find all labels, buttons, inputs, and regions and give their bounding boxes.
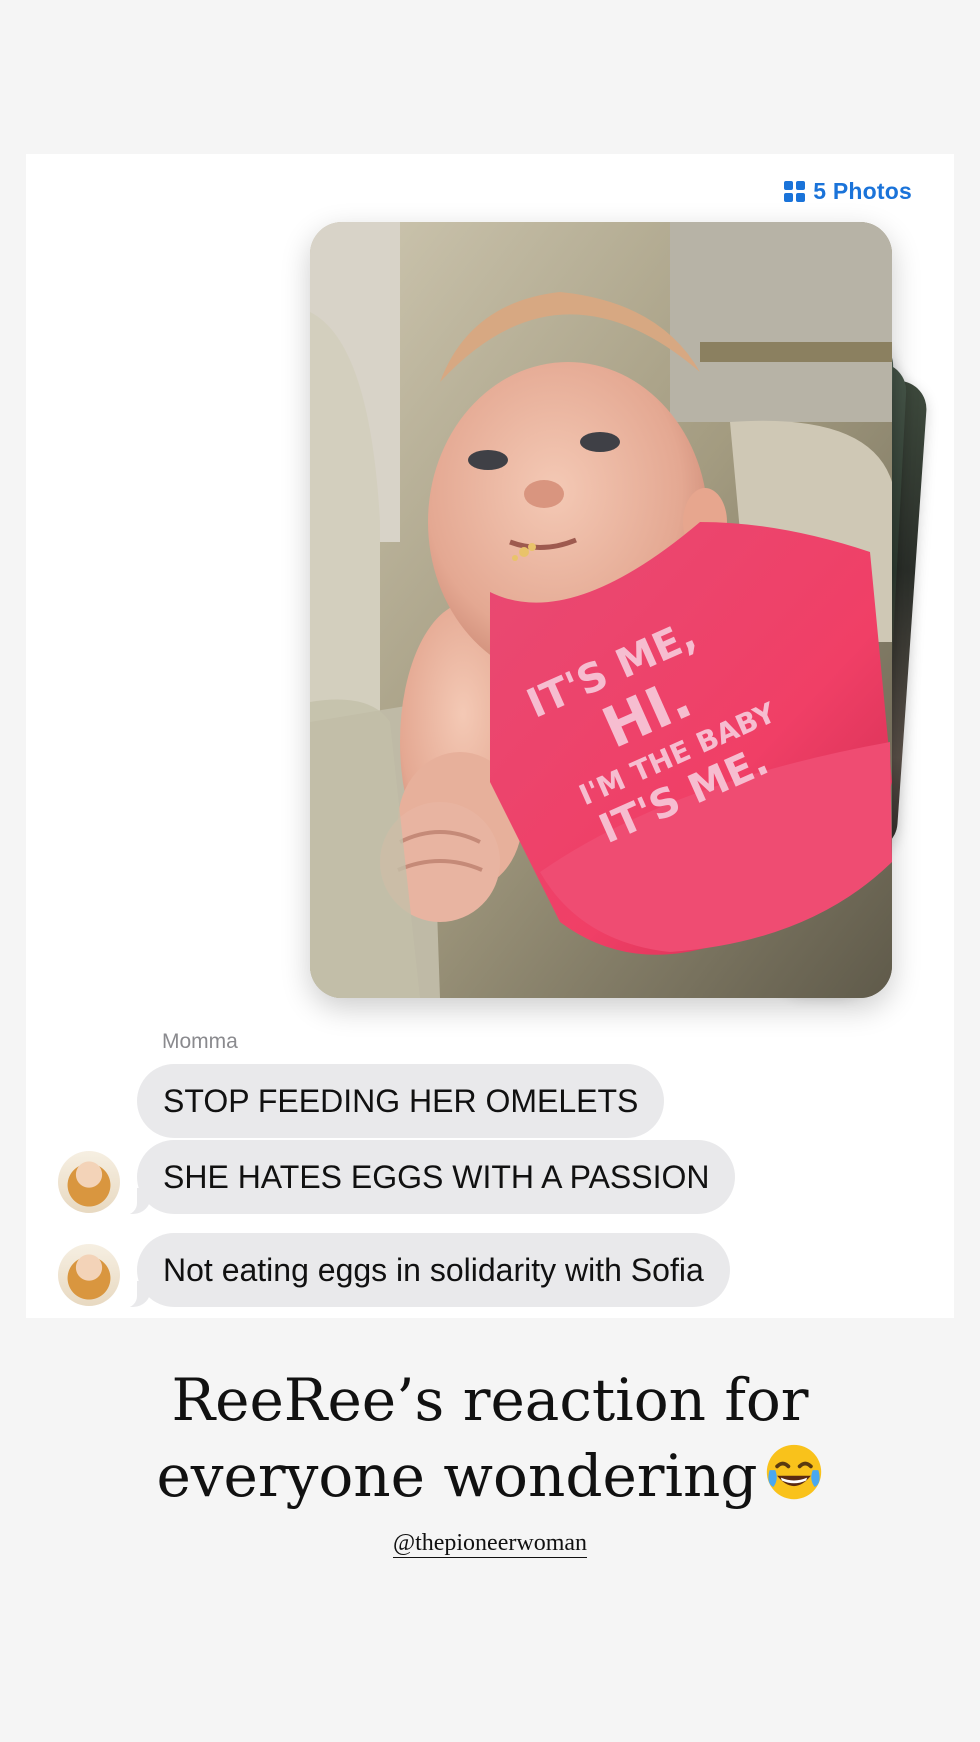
message-bubble[interactable]: SHE HATES EGGS WITH A PASSION: [122, 1140, 736, 1215]
laughing-emoji-icon: [766, 1444, 821, 1500]
baby-photo[interactable]: IT'S ME, HI. I'M THE BABY IT'S ME.: [310, 222, 892, 998]
message-text: STOP FEEDING HER OMELETS: [163, 1083, 639, 1119]
photo-stack[interactable]: IT'S ME, HI. I'M THE BABY IT'S ME.: [284, 222, 944, 1002]
grid-icon: [784, 181, 806, 202]
photos-count-button[interactable]: 5 Photos: [784, 178, 912, 205]
message-screenshot: 5 Photos IT'S ME, HI. I'M THE BABY IT'S …: [26, 154, 954, 1318]
message-bubble[interactable]: STOP FEEDING HER OMELETS: [137, 1064, 665, 1138]
message-text: SHE HATES EGGS WITH A PASSION: [163, 1159, 710, 1195]
sender-name: Momma: [162, 1030, 238, 1053]
mention-link[interactable]: @thepioneerwoman: [0, 1530, 980, 1558]
message-text: Not eating eggs in solidarity with Sofia: [163, 1252, 704, 1288]
photos-count-label: 5 Photos: [813, 178, 912, 204]
message-bubble[interactable]: Not eating eggs in solidarity with Sofia: [123, 1233, 730, 1308]
avatar[interactable]: [58, 1244, 120, 1306]
mention-handle: @thepioneerwoman: [392, 1530, 588, 1558]
caption-line: ReeRee’s reaction for: [171, 1366, 809, 1434]
caption-line-2: everyone wondering: [0, 1438, 980, 1514]
story-caption: ReeRee’s reaction for everyone wondering: [0, 1362, 980, 1514]
caption-line-text: everyone wondering: [156, 1442, 758, 1510]
avatar[interactable]: [58, 1151, 120, 1213]
